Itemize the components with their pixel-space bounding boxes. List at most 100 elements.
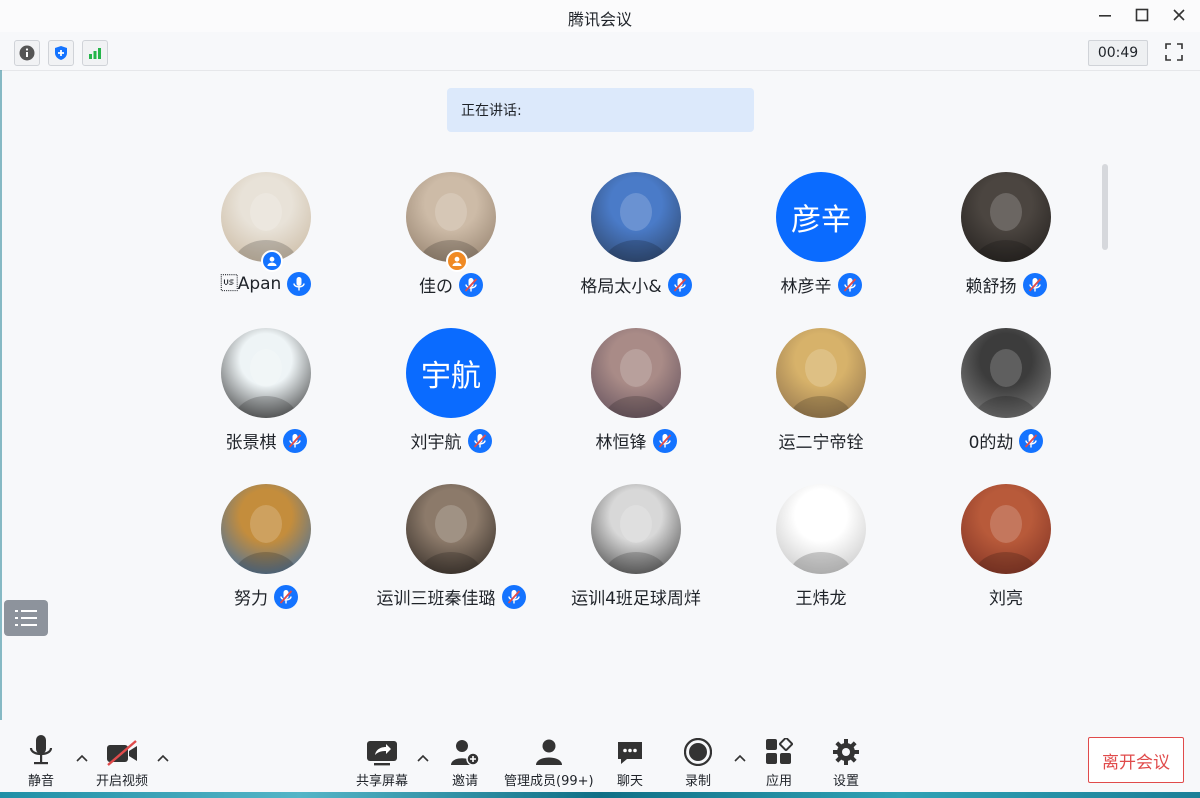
record-options-caret[interactable] [732,750,748,766]
settings-button[interactable]: 设置 [832,734,860,789]
participant-tile[interactable]: 努力 [176,484,356,624]
avatar-photo [604,193,668,262]
participant-name: 运二宁帝铨 [778,433,864,453]
microphone-icon [29,735,53,765]
participant-name: Apan [220,274,282,294]
start-video-label: 开启视频 [96,774,149,789]
desktop-edge [0,70,2,792]
participant-name: 刘宇航 [410,433,462,453]
participant-name-row: 张景棋 [176,428,356,453]
chevron-up-icon [157,754,169,762]
participant-name-row: 王炜龙 [731,584,911,609]
participant-tile[interactable]: Apan [176,172,356,312]
fullscreen-icon [1165,43,1183,61]
manage-members-button[interactable]: 管理成员(99+) [504,734,594,789]
apps-button[interactable]: 应用 [765,734,793,789]
video-options-caret[interactable] [155,750,171,766]
leave-meeting-button[interactable]: 离开会议 [1088,737,1184,783]
avatar-photo [234,505,298,574]
avatar [776,484,866,574]
participant-tile[interactable]: 彦辛 林彦辛 [731,172,911,312]
participant-name-row: 努力 [176,584,356,609]
participant-name-row: 刘宇航 [361,428,541,453]
avatar-photo [974,505,1038,574]
host-badge-icon [261,250,283,272]
mute-label: 静音 [28,774,55,789]
avatar-photo [234,193,298,262]
microphone-muted-icon [1019,428,1044,453]
audio-options-caret[interactable] [74,750,90,766]
window-title: 腾讯会议 [567,10,632,29]
avatar-photo [789,349,853,418]
close-button[interactable] [1164,4,1194,26]
signal-icon [89,48,101,59]
bottom-toolbar: 静音 开启视频 共享屏幕 邀请 管理成员(99+) 聊天 录制 应用 设置 离开… [0,720,1200,798]
participant-name-row: 格局太小& [546,272,726,297]
participant-tile[interactable]: 张景棋 [176,328,356,468]
maximize-button[interactable] [1127,4,1157,26]
participant-name-row: 刘亮 [916,584,1096,609]
start-video-button[interactable]: 开启视频 [96,734,148,789]
invite-button[interactable]: 邀请 [451,734,479,789]
speaking-banner: 正在讲话: [447,88,754,132]
avatar [406,172,496,262]
microphone-muted-icon [501,584,526,609]
add-user-icon [451,740,479,766]
participant-name-row: 运训4班足球周烊 [546,584,726,609]
participant-name: 0的劫 [968,433,1014,453]
members-icon [535,739,562,765]
info-icon [19,45,35,61]
participant-tile[interactable]: 运训4班足球周烊 [546,484,726,624]
network-status-button[interactable] [82,40,108,66]
avatar [406,484,496,574]
avatar-photo [419,505,483,574]
avatar [221,484,311,574]
participant-tile[interactable]: 运训三班秦佳璐 [361,484,541,624]
participant-list-toggle[interactable] [4,600,48,636]
participant-tile[interactable]: 赖舒扬 [916,172,1096,312]
maximize-icon [1135,8,1149,22]
avatar-photo [234,349,298,418]
participant-tile[interactable]: 格局太小& [546,172,726,312]
scrollbar[interactable] [1102,164,1108,250]
share-options-caret[interactable] [415,750,431,766]
microphone-muted-icon [467,428,492,453]
mute-button[interactable]: 静音 [28,734,54,789]
meeting-timer: 00:49 [1088,40,1148,66]
avatar: 彦辛 [776,172,866,262]
participant-name-row: 赖舒扬 [916,272,1096,297]
participant-tile[interactable]: 0的劫 [916,328,1096,468]
chevron-up-icon [417,754,429,762]
security-button[interactable] [48,40,74,66]
participant-name-row: 林彦辛 [731,272,911,297]
avatar: 宇航 [406,328,496,418]
chat-button[interactable]: 聊天 [616,734,644,789]
microphone-muted-icon [667,272,692,297]
participant-tile[interactable]: 刘亮 [916,484,1096,624]
title-bar: 腾讯会议 [0,0,1200,32]
participant-tile[interactable]: 佳の [361,172,541,312]
participant-name: 赖舒扬 [965,277,1017,297]
meeting-info-button[interactable] [14,40,40,66]
participant-tile[interactable]: 运二宁帝铨 [731,328,911,468]
participant-name: 运训三班秦佳璐 [376,589,496,609]
microphone-muted-icon [459,272,483,297]
share-screen-button[interactable]: 共享屏幕 [356,734,408,789]
chat-icon [618,742,642,764]
minimize-icon [1099,15,1111,17]
participant-tile[interactable]: 林恒锋 [546,328,726,468]
participant-name-row: 运二宁帝铨 [731,428,911,453]
avatar-photo [974,193,1038,262]
shield-icon [55,46,67,60]
minimize-button[interactable] [1090,4,1120,26]
apps-icon [766,738,793,764]
participant-name: 刘亮 [989,589,1023,609]
participant-name: 王炜龙 [795,589,847,609]
microphone-muted-icon [837,272,862,297]
participant-tile[interactable]: 宇航刘宇航 [361,328,541,468]
fullscreen-button[interactable] [1162,40,1186,64]
participant-tile[interactable]: 王炜龙 [731,484,911,624]
share-screen-icon [367,741,397,766]
record-button[interactable]: 录制 [684,734,712,789]
participant-name: 格局太小& [580,277,662,297]
